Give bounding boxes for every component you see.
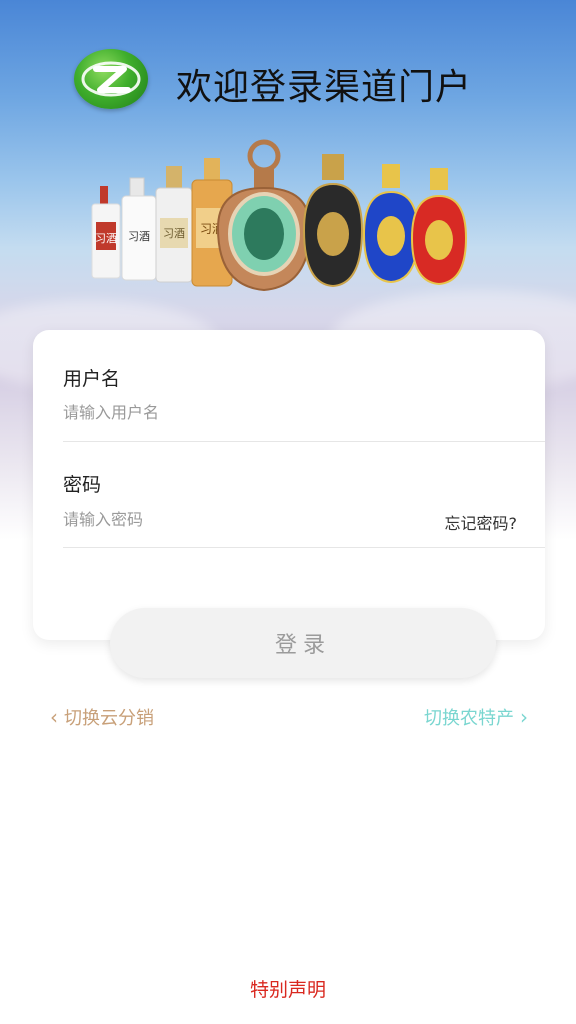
switch-right-label: 切换农特产 bbox=[424, 708, 514, 729]
chevron-left-icon: ‹ bbox=[50, 705, 58, 729]
password-input[interactable] bbox=[63, 506, 383, 532]
svg-text:习酒: 习酒 bbox=[95, 232, 117, 245]
username-divider bbox=[63, 441, 545, 442]
switch-cloud-distribution-link[interactable]: ‹ 切换云分销 bbox=[50, 704, 154, 730]
bottle-5 bbox=[216, 139, 312, 292]
login-button[interactable]: 登录 bbox=[110, 608, 496, 678]
z-logo-icon bbox=[74, 49, 148, 109]
bottle-6 bbox=[302, 154, 364, 288]
username-label: 用户名 bbox=[63, 368, 121, 390]
password-divider bbox=[63, 547, 545, 548]
bottle-8 bbox=[410, 168, 468, 286]
password-label: 密码 bbox=[63, 474, 102, 496]
bottle-7 bbox=[362, 164, 420, 284]
special-statement-link[interactable]: 特别声明 bbox=[0, 975, 576, 1002]
svg-text:习酒: 习酒 bbox=[128, 230, 150, 243]
page-title: 欢迎登录渠道门户 bbox=[176, 67, 473, 108]
bottle-3: 习酒 bbox=[155, 166, 193, 283]
bottle-1: 习酒 bbox=[91, 186, 121, 279]
product-bottles-image: 习酒 习酒 习酒 习酒 bbox=[91, 139, 468, 292]
switch-agri-products-link[interactable]: 切换农特产 › bbox=[424, 704, 528, 730]
forgot-password-link[interactable]: 忘记密码? bbox=[445, 510, 518, 534]
login-card: 用户名 密码 忘记密码? bbox=[33, 330, 545, 640]
switch-left-label: 切换云分销 bbox=[64, 708, 154, 729]
bottle-2: 习酒 bbox=[121, 177, 157, 281]
svg-text:习酒: 习酒 bbox=[163, 227, 185, 240]
username-input[interactable] bbox=[63, 399, 363, 425]
login-screen: 欢迎登录渠道门户 习酒 习酒 习酒 习酒 用户名 请输入用户名 密码 忘记密码?… bbox=[0, 0, 576, 1024]
chevron-right-icon: › bbox=[520, 705, 528, 729]
